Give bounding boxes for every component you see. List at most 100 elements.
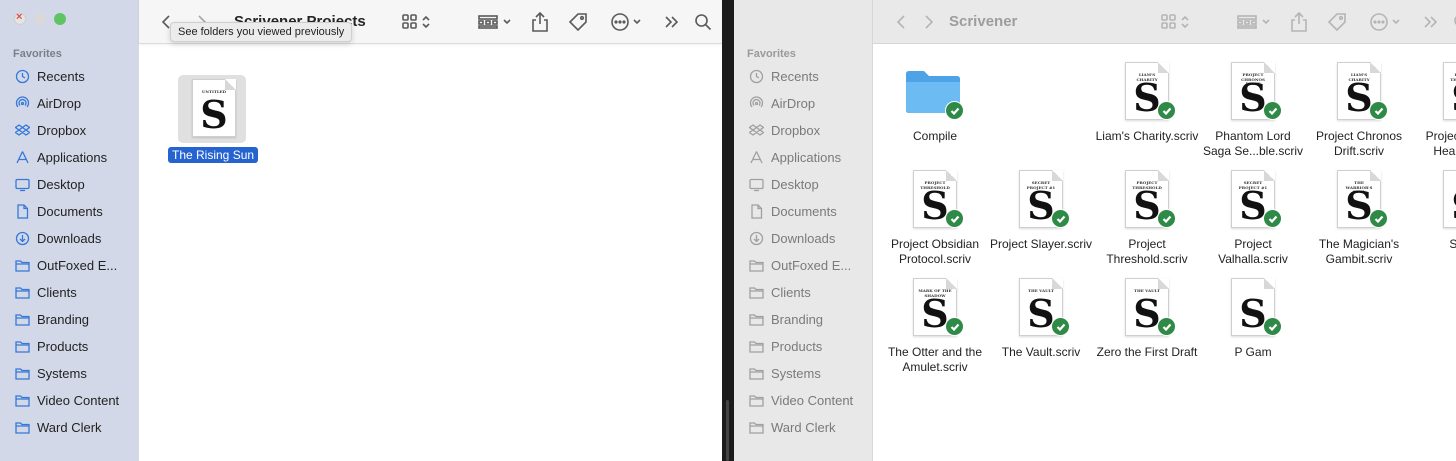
sidebar-item-label: Dropbox	[771, 123, 821, 138]
file-item[interactable]: PROJECT THRESHOLD S Project Threshold.scri…	[1094, 168, 1200, 267]
sidebar-item-label: Systems	[37, 366, 87, 381]
scrivener-logo-icon: S	[1444, 186, 1456, 226]
file-item[interactable]: S Shadt	[1412, 168, 1456, 252]
sidebar-item-downloads[interactable]: Downloads	[734, 225, 873, 252]
share-button[interactable]	[531, 8, 548, 36]
scrivener-document-icon: PROJECT THRESHOLDS	[1115, 168, 1179, 232]
file-browser-area[interactable]	[139, 0, 722, 461]
sidebar-item-clients[interactable]: Clients	[734, 279, 873, 306]
scrivener-logo-icon: S	[1444, 78, 1456, 118]
sidebar-item-clients[interactable]: Clients	[0, 279, 139, 306]
sync-check-icon	[945, 317, 964, 336]
sidebar-list: Recents AirDrop Dropbox Applications Desktop…	[0, 63, 139, 441]
file-item[interactable]: MARK OF THE SHADOW S The Otter and the Amu…	[882, 276, 988, 375]
file-item[interactable]: THE WARRIOR'S SOUL S The Magician's Gambit…	[1306, 168, 1412, 267]
sidebar-item-applications[interactable]: Applications	[734, 144, 873, 171]
file-item[interactable]: LIAM'S CHARITY S Project Chronos Drift.scr…	[1306, 60, 1412, 159]
scrivener-document-icon: UNTITLED S	[192, 79, 236, 137]
sidebar: Favorites Recents AirDrop Dropbox Applicati…	[0, 0, 139, 461]
group-by-button[interactable]	[477, 8, 512, 36]
sidebar-item-airdrop[interactable]: AirDrop	[734, 90, 873, 117]
file-label: Liam's Charity.scriv	[1095, 129, 1199, 143]
file-item[interactable]: SECRET PROJECT #1 S Project Slayer.scriv	[988, 168, 1094, 252]
file-item[interactable]: SECRET PROJECT #1 S Project Valhalla.scriv	[1200, 168, 1306, 267]
view-mode-button[interactable]	[1161, 8, 1191, 36]
folder-icon	[15, 366, 30, 381]
scrivener-document-icon: PROJECT THRESHOLDS	[903, 168, 967, 232]
search-button[interactable]	[694, 8, 712, 36]
sidebar-item-desktop[interactable]: Desktop	[0, 171, 139, 198]
sidebar-item-outfoxed-e[interactable]: OutFoxed E...	[734, 252, 873, 279]
sidebar-item-branding[interactable]: Branding	[0, 306, 139, 333]
forward-button[interactable]	[923, 8, 935, 36]
sidebar-item-airdrop[interactable]: AirDrop	[0, 90, 139, 117]
group-by-button[interactable]	[1237, 8, 1271, 36]
group-icon	[477, 14, 511, 29]
back-button[interactable]	[895, 8, 907, 36]
file-item[interactable]: LIAM'S CHARITY S Liam's Charity.scriv	[1094, 60, 1200, 144]
folder-icon	[15, 420, 30, 435]
toolbar-overflow-button[interactable]	[664, 8, 680, 36]
sidebar-item-ward-clerk[interactable]: Ward Clerk	[0, 414, 139, 441]
sidebar-item-systems[interactable]: Systems	[734, 360, 873, 387]
sync-check-icon	[1263, 101, 1282, 120]
file-browser-area[interactable]: Compile LIAM'S CHARITY S Liam's Charity.scr…	[873, 0, 1456, 461]
sidebar-item-label: Desktop	[771, 177, 819, 192]
toolbar-overflow-button[interactable]	[1423, 8, 1439, 36]
scrollbar-thumb[interactable]	[726, 400, 729, 461]
split-view-divider[interactable]	[722, 0, 734, 461]
sidebar-item-systems[interactable]: Systems	[0, 360, 139, 387]
sidebar-item-documents[interactable]: Documents	[734, 198, 873, 225]
sidebar-item-label: Branding	[771, 312, 824, 327]
file-label: Project Slayer.scriv	[989, 237, 1093, 251]
airdrop-icon	[749, 96, 764, 111]
sidebar-header-favorites: Favorites	[13, 48, 62, 60]
tag-button[interactable]	[1327, 8, 1347, 36]
tag-icon	[568, 12, 587, 31]
close-window-button[interactable]	[14, 11, 26, 25]
file-label: Phantom Lord Saga Se...ble.scriv	[1202, 129, 1304, 158]
file-item[interactable]: THE VAULT S Zero the First Draft	[1094, 276, 1200, 360]
more-actions-button[interactable]	[1369, 8, 1403, 36]
zoom-window-button[interactable]	[54, 13, 66, 25]
file-item[interactable]: PROJECT THRESHOLDS Project Mosaic Hearts.…	[1412, 60, 1456, 159]
sidebar-item-products[interactable]: Products	[0, 333, 139, 360]
file-item[interactable]: S P Gam	[1200, 276, 1306, 360]
sidebar-item-recents[interactable]: Recents	[0, 63, 139, 90]
more-actions-button[interactable]	[610, 8, 644, 36]
sidebar-item-dropbox[interactable]: Dropbox	[734, 117, 873, 144]
sidebar-item-recents[interactable]: Recents	[734, 63, 873, 90]
folder-icon	[749, 420, 764, 435]
selected-file-label[interactable]: The Rising Sun	[168, 147, 259, 163]
sidebar-item-dropbox[interactable]: Dropbox	[0, 117, 139, 144]
sidebar-item-downloads[interactable]: Downloads	[0, 225, 139, 252]
view-mode-button[interactable]	[401, 8, 432, 36]
file-item[interactable]: Compile	[882, 60, 988, 144]
sidebar-item-video-content[interactable]: Video Content	[0, 387, 139, 414]
file-label: Compile	[912, 129, 957, 143]
scrivener-logo-icon: S	[200, 92, 228, 137]
sidebar-item-branding[interactable]: Branding	[734, 306, 873, 333]
sidebar-item-video-content[interactable]: Video Content	[734, 387, 873, 414]
sidebar-header-favorites: Favorites	[747, 48, 796, 60]
file-item[interactable]: PROJECT THRESHOLD S Project Obsidian Proto…	[882, 168, 988, 267]
sidebar-item-applications[interactable]: Applications	[0, 144, 139, 171]
sidebar-item-documents[interactable]: Documents	[0, 198, 139, 225]
minimize-window-button[interactable]	[34, 13, 46, 25]
sidebar-item-outfoxed-e[interactable]: OutFoxed E...	[0, 252, 139, 279]
file-item[interactable]: PROJECT CHRONOS DRIFT S Phantom Lord Saga …	[1200, 60, 1306, 159]
double-chevron-icon	[1424, 15, 1438, 28]
share-button[interactable]	[1291, 8, 1308, 36]
sidebar-item-ward-clerk[interactable]: Ward Clerk	[734, 414, 873, 441]
sidebar-item-desktop[interactable]: Desktop	[734, 171, 873, 198]
scrivener-document-icon: PROJECT THRESHOLDS	[1433, 60, 1456, 124]
tag-button[interactable]	[568, 8, 588, 36]
dropbox-icon	[15, 123, 30, 138]
document-icon	[15, 204, 30, 219]
sidebar-item-products[interactable]: Products	[734, 333, 873, 360]
file-item[interactable]: THE VAULT S The Vault.scriv	[988, 276, 1094, 360]
selected-file-highlight[interactable]: UNTITLED S	[178, 75, 246, 143]
clock-icon	[15, 69, 30, 84]
sidebar-item-label: Documents	[771, 204, 837, 219]
file-label: Project Valhalla.scriv	[1218, 237, 1288, 266]
